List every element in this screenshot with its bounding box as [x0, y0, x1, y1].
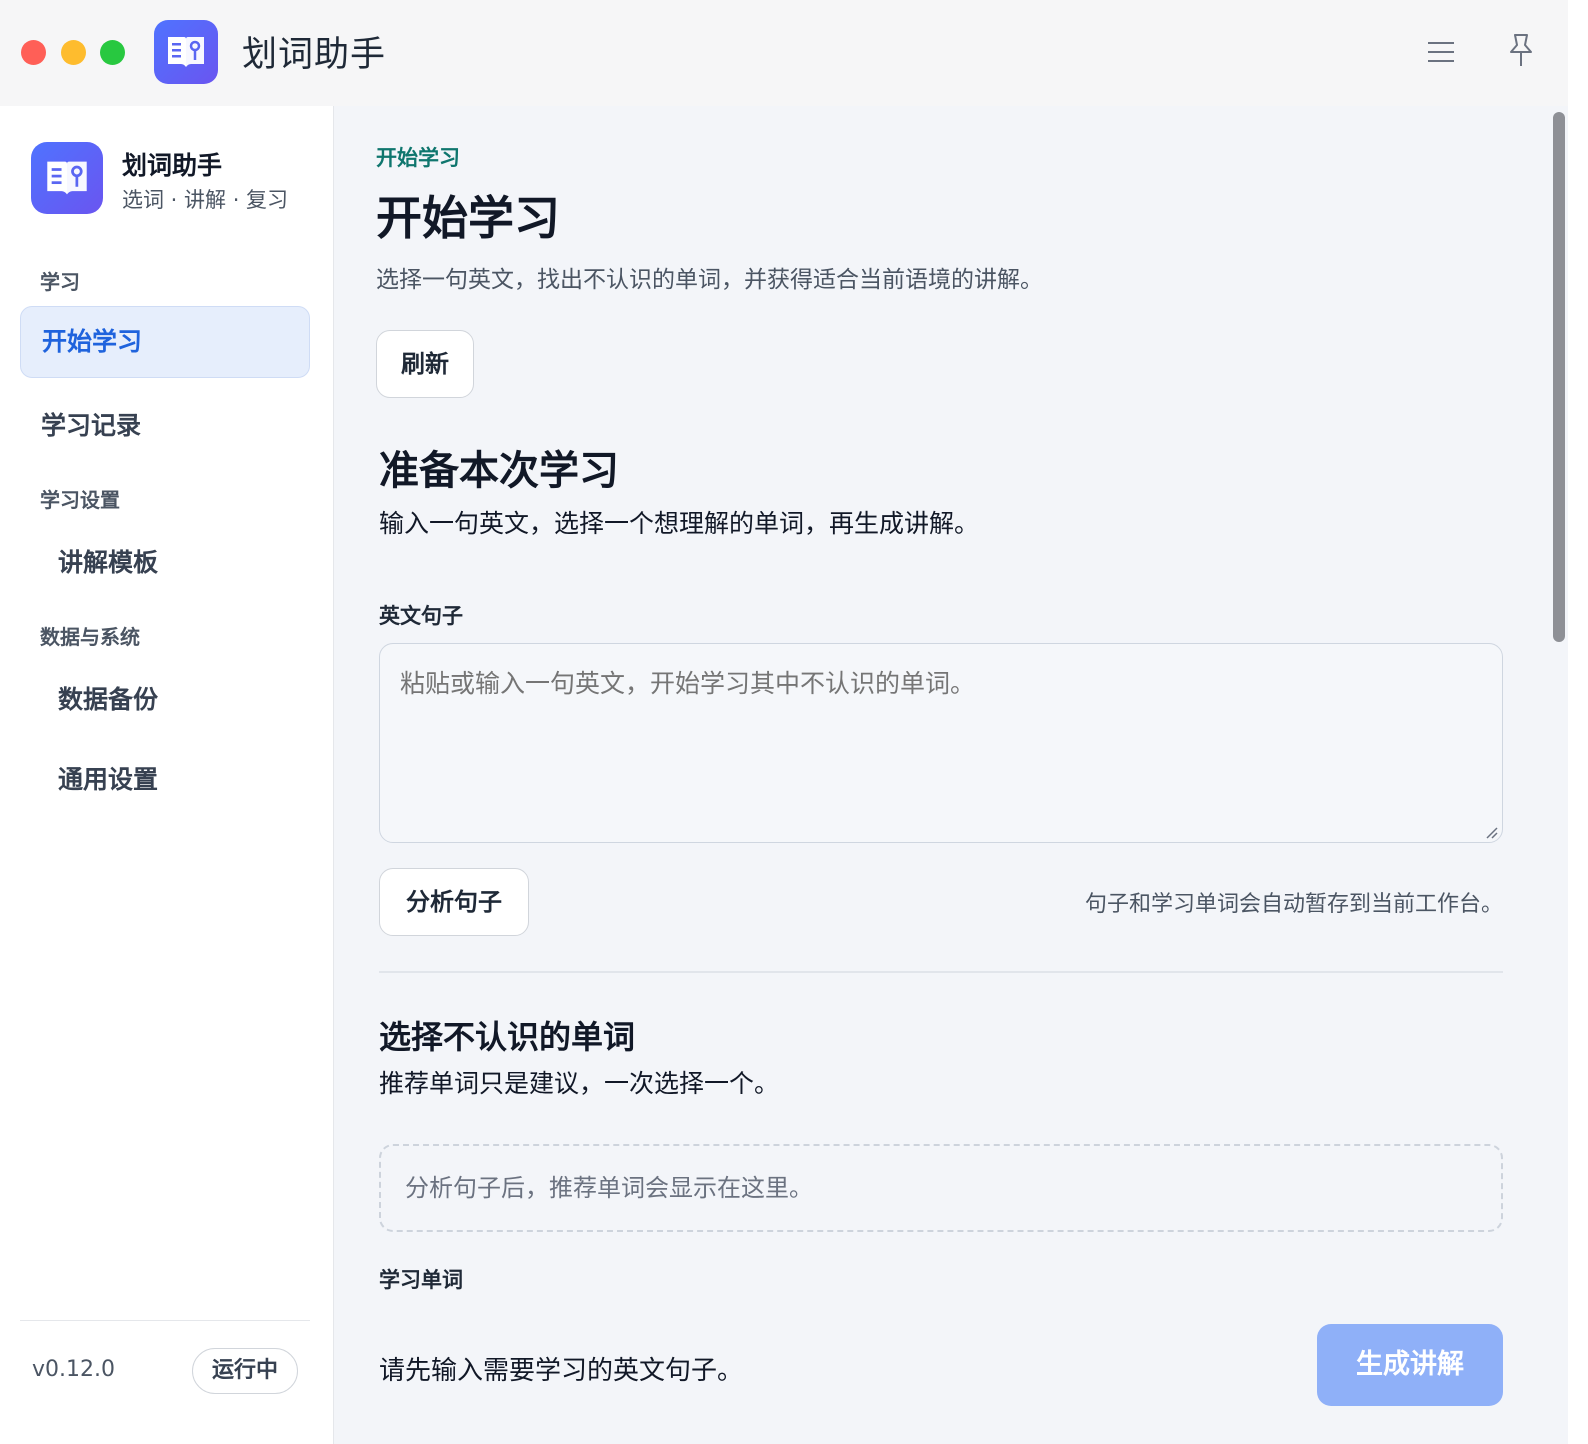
nav-group-learning: 学习 [40, 270, 80, 294]
brand-name: 划词助手 [122, 151, 223, 180]
sidebar-item-backup[interactable]: 数据备份 [58, 680, 158, 716]
generate-explanation-button[interactable]: 生成讲解 [1317, 1324, 1503, 1406]
sidebar-item-general-settings[interactable]: 通用设置 [58, 760, 158, 796]
autosave-hint: 句子和学习单词会自动暂存到当前工作台。 [1084, 892, 1503, 917]
version-label: v0.12.0 [32, 1357, 115, 1382]
maximize-window-button[interactable] [100, 40, 125, 65]
sidebar-item-start-learning[interactable]: 开始学习 [20, 306, 310, 378]
sentence-input[interactable] [379, 643, 1503, 843]
page-description: 选择一句英文，找出不认识的单词，并获得适合当前语境的讲解。 [376, 267, 1043, 293]
pin-icon[interactable] [1505, 32, 1537, 68]
page-title: 开始学习 [376, 191, 560, 245]
screen-edge [1568, 0, 1588, 1444]
book-icon [154, 20, 218, 84]
sidebar-item-history[interactable]: 学习记录 [41, 406, 141, 442]
study-word-label: 学习单词 [379, 1268, 463, 1292]
app-window: 划词助手 划词助手 选词 · 讲解 · 复习 学习 开始学习 学习记录 学习设置… [0, 0, 1568, 1444]
nav-group-data-system: 数据与系统 [40, 625, 140, 649]
sidebar: 划词助手 选词 · 讲解 · 复习 学习 开始学习 学习记录 学习设置 讲解模板… [0, 106, 334, 1444]
nav-group-learning-settings: 学习设置 [40, 488, 120, 512]
sidebar-divider [20, 1320, 310, 1321]
prepare-section-description: 输入一句英文，选择一个想理解的单词，再生成讲解。 [379, 509, 980, 538]
sidebar-item-templates[interactable]: 讲解模板 [58, 543, 158, 579]
main-content: 开始学习 开始学习 选择一句英文，找出不认识的单词，并获得适合当前语境的讲解。 … [335, 106, 1548, 1444]
hamburger-icon[interactable] [1425, 36, 1457, 68]
close-window-button[interactable] [21, 40, 46, 65]
title-bar: 划词助手 [0, 0, 1568, 106]
recommended-words-empty-state: 分析句子后，推荐单词会显示在这里。 [379, 1144, 1503, 1232]
brand-tagline: 选词 · 讲解 · 复习 [122, 188, 289, 212]
status-badge: 运行中 [192, 1348, 298, 1394]
sentence-field-label: 英文句子 [379, 604, 463, 628]
select-section-description: 推荐单词只是建议，一次选择一个。 [379, 1069, 780, 1098]
select-section-title: 选择不认识的单词 [379, 1018, 636, 1056]
footer-status-message: 请先输入需要学习的英文句子。 [379, 1356, 744, 1386]
resize-grip-icon[interactable] [1483, 824, 1499, 840]
analyze-sentence-button[interactable]: 分析句子 [379, 868, 529, 936]
brand-book-icon [31, 142, 103, 214]
page-eyebrow: 开始学习 [376, 146, 460, 170]
window-title: 划词助手 [242, 35, 387, 75]
scrollbar-thumb[interactable] [1553, 112, 1565, 642]
minimize-window-button[interactable] [61, 40, 86, 65]
prepare-section-title: 准备本次学习 [379, 448, 619, 494]
section-divider [379, 971, 1503, 973]
refresh-button[interactable]: 刷新 [376, 330, 474, 398]
